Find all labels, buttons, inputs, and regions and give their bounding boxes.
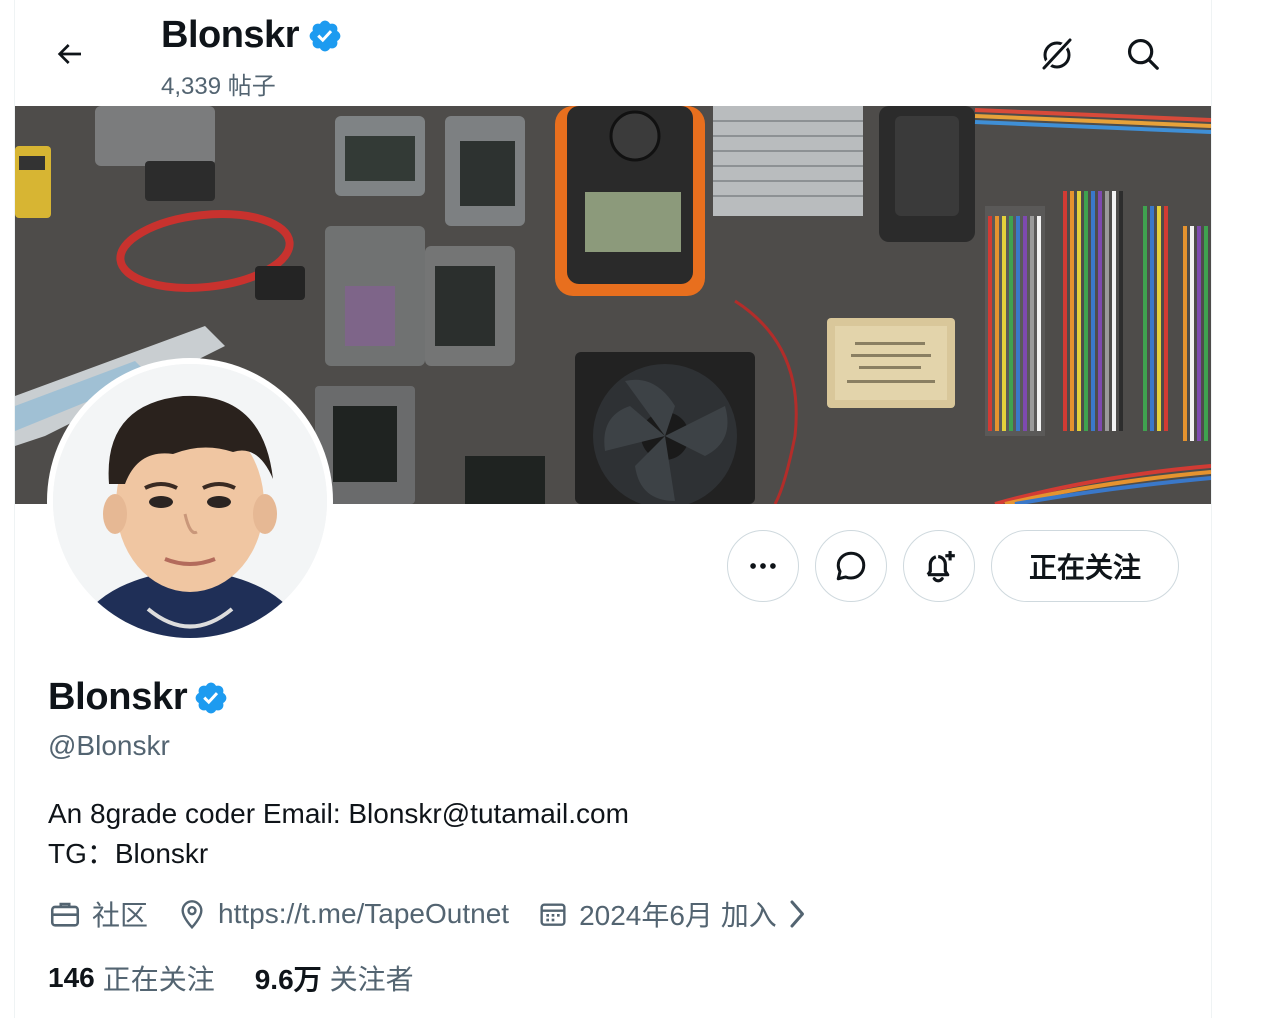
header-title: Blonskr xyxy=(161,14,343,57)
following-stat[interactable]: 146 正在关注 xyxy=(48,958,215,998)
message-icon xyxy=(836,551,866,581)
profile-website[interactable]: https://t.me/TapeOutnet xyxy=(176,898,509,930)
message-button[interactable] xyxy=(815,530,887,602)
profile-name: Blonskr xyxy=(48,676,188,718)
follow-stats: 146 正在关注 9.6万 关注者 xyxy=(48,958,454,998)
search-button[interactable] xyxy=(1115,26,1171,82)
location-pin-icon xyxy=(181,900,203,930)
bio-line: An 8grade coder Email: Blonskr@tutamail.… xyxy=(48,798,629,829)
verified-badge-icon[interactable] xyxy=(193,680,229,716)
bell-plus-icon xyxy=(926,550,955,583)
following-count: 146 xyxy=(48,962,95,993)
followers-stat[interactable]: 9.6万 关注者 xyxy=(255,958,414,998)
post-count: 4,339 帖子 xyxy=(161,73,276,100)
arrow-left-icon xyxy=(57,44,81,64)
grok-button[interactable] xyxy=(1029,26,1085,82)
notify-button[interactable] xyxy=(903,530,975,602)
website-link[interactable]: https://t.me/TapeOutnet xyxy=(218,898,509,930)
profile-category: 社区 xyxy=(48,894,148,934)
calendar-icon xyxy=(540,903,566,926)
profile-meta: 社区 https://t.me/TapeOutnet 2024年6月 加入 xyxy=(48,894,847,934)
chevron-right-icon xyxy=(790,900,804,928)
verified-badge-icon xyxy=(309,20,341,51)
more-button[interactable] xyxy=(727,530,799,602)
more-dots-icon xyxy=(750,563,776,569)
category-label: 社区 xyxy=(92,900,149,931)
profile-handle: @Blonskr xyxy=(48,730,170,761)
search-icon xyxy=(1127,38,1159,70)
bio-line: TG：Blonskr xyxy=(48,838,209,869)
briefcase-icon xyxy=(50,902,80,927)
profile-joined[interactable]: 2024年6月 加入 xyxy=(537,894,819,934)
avatar-image xyxy=(53,364,327,638)
header-name: Blonskr xyxy=(161,14,299,56)
followers-label: 关注者 xyxy=(329,964,414,995)
profile-column: Blonskr 4,339 帖子 正在关注 Blonskr @Blonskr A… xyxy=(14,0,1212,1018)
joined-date: 2024年6月 加入 xyxy=(579,900,777,931)
profile-name-row: Blonskr xyxy=(48,676,229,719)
avatar[interactable] xyxy=(47,358,333,644)
following-label: 正在关注 xyxy=(102,964,215,995)
profile-bio: An 8grade coder Email: Blonskr@tutamail.… xyxy=(48,794,629,874)
followers-count: 9.6万 xyxy=(254,964,322,995)
profile-header: Blonskr 4,339 帖子 xyxy=(15,0,1211,106)
grok-icon xyxy=(1040,36,1074,72)
following-button[interactable]: 正在关注 xyxy=(991,530,1179,602)
back-button[interactable] xyxy=(43,28,95,80)
